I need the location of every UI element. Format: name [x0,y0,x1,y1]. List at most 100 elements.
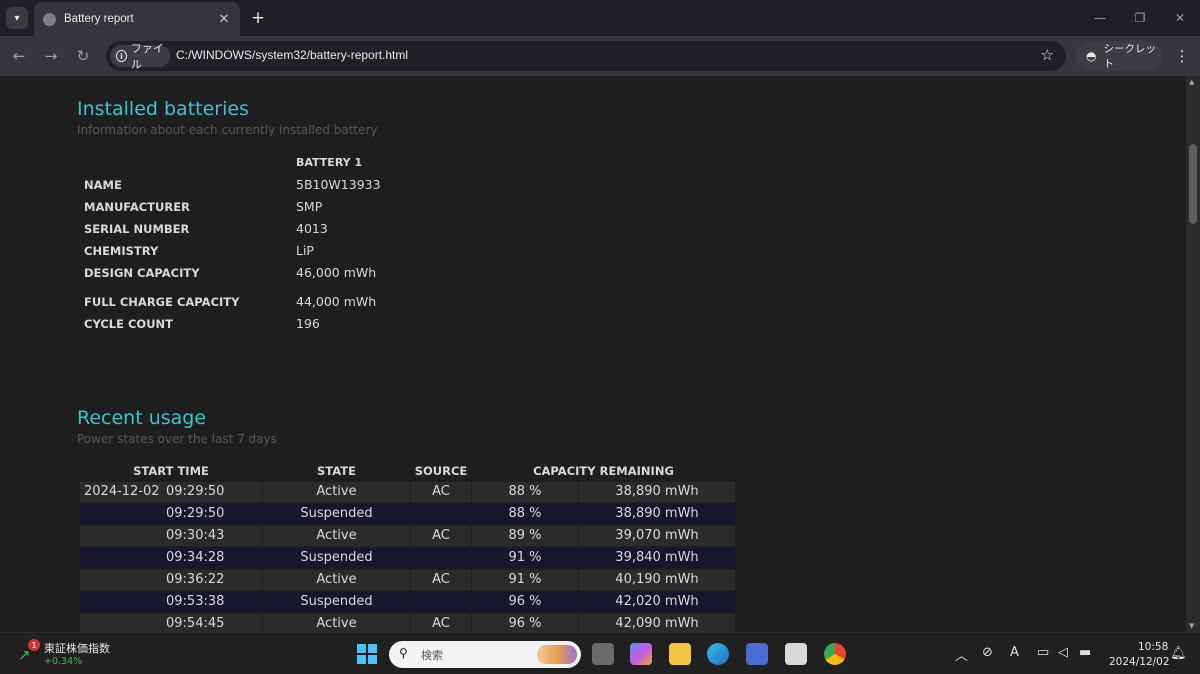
search-icon: ⚲ [399,646,408,660]
info-icon: i [116,50,127,62]
start-time-cell: 09:30:43 [80,526,262,546]
table-row: 09:53:38 Suspended 96 % 42,020 mWh [79,592,735,612]
star-icon[interactable]: ☆ [1041,46,1054,64]
usage-title: Recent usage [77,407,207,429]
field-value: SMP [296,199,323,214]
date-text: 2024-12-02 [84,484,160,499]
percent-cell: 96 % [472,614,578,632]
source-cell [411,548,471,568]
field-label: DESIGN CAPACITY [84,266,200,280]
site-info-label: ファイル [130,42,164,71]
field-value: LiP [296,243,314,258]
search-placeholder: 検索 [421,649,443,662]
display-icon[interactable]: ▭ [1037,645,1049,660]
incognito-button[interactable]: ◓ シークレット [1076,41,1162,71]
chevron-up-icon[interactable]: ︿ [955,645,968,664]
percent-cell: 91 % [472,570,578,590]
site-info-chip[interactable]: i ファイル [110,42,170,71]
table-row: 09:30:43 Active AC 89 % 39,070 mWh [79,526,735,546]
stock-name: 東証株価指数 [44,642,110,655]
field-label: MANUFACTURER [84,200,190,214]
scroll-up-icon[interactable]: ▲ [1189,78,1194,86]
start-time-cell: 09:29:50 [80,504,262,524]
tab-battery-report[interactable]: Battery report ✕ [34,2,240,36]
clock-time[interactable]: 10:58 [1138,641,1168,653]
start-time-cell: 09:34:28 [80,548,262,568]
clock-date[interactable]: 2024/12/02 [1109,656,1170,668]
restore-button[interactable]: ❐ [1130,8,1150,28]
globe-icon [43,12,56,26]
reload-button[interactable]: ↻ [72,45,94,67]
source-cell: AC [411,570,471,590]
source-cell: AC [411,526,471,546]
window-close-button[interactable]: ✕ [1170,8,1190,28]
table-row: 09:54:45 Active AC 96 % 42,090 mWh [79,614,735,632]
mwh-cell: 42,020 mWh [579,592,735,612]
vertical-scrollbar[interactable]: ▲ ▼ [1186,76,1200,632]
time-text: 09:29:50 [166,506,225,521]
mwh-cell: 38,890 mWh [579,482,735,502]
field-value: 4013 [296,221,328,236]
edge-icon[interactable] [707,643,729,665]
mwh-cell: 38,890 mWh [579,504,735,524]
forward-button[interactable]: → [40,45,62,67]
field-label: NAME [84,178,122,192]
file-explorer-icon[interactable] [669,643,691,665]
mwh-cell: 39,070 mWh [579,526,735,546]
kebab-menu-icon[interactable]: ⋮ [1172,45,1192,67]
stock-change: +0.34% [44,656,83,667]
start-icon[interactable] [357,644,377,664]
start-time-cell: 09:53:38 [80,592,262,612]
column-header-state: STATE [317,464,356,478]
bell-icon[interactable]: 🔔︎ [1170,646,1187,661]
task-view-icon[interactable] [592,643,614,665]
table-row: 09:29:50 Suspended 88 % 38,890 mWh [79,504,735,524]
battery-icon[interactable]: ▬ [1079,645,1091,660]
tab-title: Battery report [64,13,134,25]
start-time-cell: 09:54:45 [80,614,262,632]
time-text: 09:36:22 [166,572,225,587]
time-text: 09:54:45 [166,616,225,631]
scroll-down-icon[interactable]: ▼ [1189,622,1194,630]
no-network-icon[interactable]: ⊘ [982,645,993,660]
state-cell: Suspended [263,548,410,568]
taskbar-search[interactable]: ⚲ 検索 [389,641,581,668]
state-cell: Active [263,526,410,546]
minimize-button[interactable]: — [1090,8,1110,28]
tab-search-button[interactable]: ▾ [6,7,28,29]
percent-cell: 89 % [472,526,578,546]
field-label: SERIAL NUMBER [84,222,190,236]
field-label: CHEMISTRY [84,244,159,258]
percent-cell: 91 % [472,548,578,568]
copilot-icon[interactable] [630,643,652,665]
state-cell: Active [263,614,410,632]
scroll-thumb[interactable] [1189,144,1197,224]
table-row: 09:34:28 Suspended 91 % 39,840 mWh [79,548,735,568]
chrome-icon[interactable] [824,643,846,665]
notification-badge: 1 [28,639,40,651]
store-icon[interactable] [746,643,768,665]
usage-subtitle: Power states over the last 7 days [77,432,277,446]
remote-desktop-icon[interactable] [785,643,807,665]
battery-column-header: BATTERY 1 [296,156,363,169]
url-text[interactable]: C:/WINDOWS/system32/battery-report.html [176,48,408,62]
search-highlight-image [537,645,577,664]
back-button[interactable]: ← [8,45,30,67]
field-value: 46,000 mWh [296,265,377,280]
field-value: 5B10W13933 [296,177,381,192]
state-cell: Active [263,482,410,502]
field-value: 44,000 mWh [296,294,377,309]
source-cell [411,592,471,612]
mwh-cell: 40,190 mWh [579,570,735,590]
percent-cell: 88 % [472,482,578,502]
source-cell: AC [411,482,471,502]
time-text: 09:34:28 [166,550,225,565]
column-header-capacity: CAPACITY REMAINING [533,464,674,478]
address-bar[interactable]: i ファイル C:/WINDOWS/system32/battery-repor… [106,41,1066,71]
field-label: CYCLE COUNT [84,317,174,331]
new-tab-button[interactable]: + [248,8,268,28]
volume-icon[interactable]: ◁ [1058,645,1068,660]
ime-icon[interactable]: A [1010,645,1019,660]
time-text: 09:30:43 [166,528,225,543]
close-icon[interactable]: ✕ [214,9,234,29]
